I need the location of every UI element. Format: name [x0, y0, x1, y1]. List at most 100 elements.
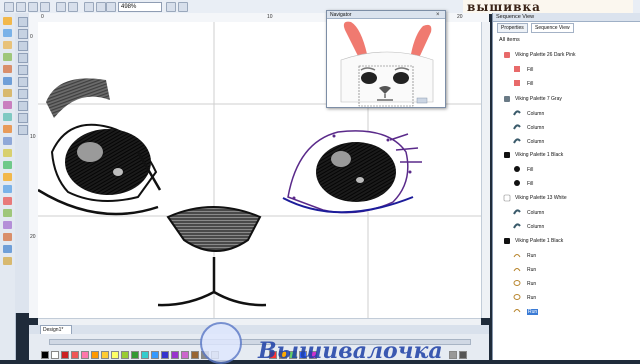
zoom-in-icon[interactable] — [96, 2, 106, 12]
sequence-item-label[interactable]: Fill — [527, 67, 533, 73]
sequence-group-label[interactable]: Viking Palette 26 Dark Pink — [515, 52, 576, 58]
cut-icon[interactable] — [84, 2, 94, 12]
tool-strip — [15, 13, 30, 313]
swatch[interactable] — [71, 351, 79, 359]
swatch[interactable] — [111, 351, 119, 359]
swatch[interactable] — [81, 351, 89, 359]
line-tool-icon[interactable] — [3, 77, 12, 85]
run-object-icon — [513, 307, 521, 315]
swatch[interactable] — [181, 351, 189, 359]
mirror-icon[interactable] — [18, 41, 28, 51]
tab-properties[interactable]: Properties — [497, 23, 528, 33]
shape-tool-icon[interactable] — [3, 29, 12, 37]
blackwork-tool-icon[interactable] — [3, 185, 12, 193]
document-tab-bar — [29, 325, 489, 334]
measure-tool-icon[interactable] — [3, 209, 12, 217]
swatch[interactable] — [61, 351, 69, 359]
pattern-tool-icon[interactable] — [3, 257, 12, 265]
fill-tool-icon[interactable] — [3, 101, 12, 109]
navigator-preview — [327, 20, 445, 107]
text-tool-icon[interactable] — [3, 149, 12, 157]
nodes-icon[interactable] — [18, 125, 28, 135]
move-icon[interactable] — [18, 17, 28, 27]
sequence-item-label[interactable]: Run — [527, 253, 536, 259]
swatch[interactable] — [51, 351, 59, 359]
sequence-item-label[interactable]: Column — [527, 224, 544, 230]
open-icon[interactable] — [16, 2, 26, 12]
sequence-item-label[interactable]: Column — [527, 125, 544, 131]
column-tool-icon[interactable] — [3, 125, 12, 133]
swatch[interactable] — [91, 351, 99, 359]
group-icon[interactable] — [18, 65, 28, 75]
fill-object-icon — [513, 79, 521, 87]
pen-tool-icon[interactable] — [3, 65, 12, 73]
new-icon[interactable] — [4, 2, 14, 12]
document-tab[interactable]: Design1* — [40, 325, 72, 334]
header-art-logo: вышивка — [463, 0, 633, 14]
save-icon[interactable] — [28, 2, 38, 12]
order-icon[interactable] — [18, 89, 28, 99]
print-icon[interactable] — [40, 2, 50, 12]
sequence-group-label[interactable]: Viking Palette 1 Black — [515, 152, 563, 158]
cross-tool-icon[interactable] — [3, 197, 12, 205]
sequence-group-label[interactable]: Viking Palette 1 Black — [515, 238, 563, 244]
swatch[interactable] — [161, 351, 169, 359]
swatch[interactable] — [171, 351, 179, 359]
fill-object-icon — [513, 165, 521, 173]
header-art-text: вышивка — [467, 0, 541, 14]
sequence-item-label[interactable]: Column — [527, 139, 544, 145]
run-object-icon — [513, 293, 521, 301]
sequence-view-title: Sequence View — [493, 13, 640, 22]
lock-icon[interactable] — [18, 101, 28, 111]
vertical-scrollbar[interactable] — [481, 22, 490, 318]
sequence-item-label-selected[interactable]: Run — [527, 309, 539, 315]
sequence-view-panel[interactable]: Sequence View Properties Sequence View A… — [492, 13, 640, 360]
thread-spool-icon — [503, 95, 511, 103]
motif-tool-icon[interactable] — [3, 161, 12, 169]
frame-tool-icon[interactable] — [3, 245, 12, 253]
sequence-root-label[interactable]: All items — [499, 37, 520, 43]
magic-tool-icon[interactable] — [3, 221, 12, 229]
redo-icon[interactable] — [68, 2, 78, 12]
sequence-item-label[interactable]: Fill — [527, 167, 533, 173]
undo-icon[interactable] — [56, 2, 66, 12]
sequence-item-label[interactable]: Fill — [527, 81, 533, 87]
zoom-tool-icon[interactable] — [3, 53, 12, 61]
close-icon[interactable]: × — [436, 12, 442, 18]
align-icon[interactable] — [18, 53, 28, 63]
select-tool-icon[interactable] — [3, 17, 12, 25]
hand-tool-icon[interactable] — [3, 41, 12, 49]
swatch[interactable] — [41, 351, 49, 359]
ungroup-icon[interactable] — [18, 77, 28, 87]
sequence-item-label[interactable]: Run — [527, 267, 536, 273]
sequence-item-label[interactable]: Run — [527, 295, 536, 301]
zoom-out-icon[interactable] — [106, 2, 116, 12]
star-tool-icon[interactable] — [3, 173, 12, 181]
swatch[interactable] — [449, 351, 457, 359]
swatch[interactable] — [151, 351, 159, 359]
column-object-icon — [513, 208, 521, 216]
view-icon[interactable] — [166, 2, 176, 12]
monogram-tool-icon[interactable] — [3, 233, 12, 241]
zoom-select[interactable]: 498% — [118, 2, 162, 12]
swatch[interactable] — [101, 351, 109, 359]
sequence-item-label[interactable]: Column — [527, 210, 544, 216]
sequence-group-label[interactable]: Viking Palette 7 Gray — [515, 96, 562, 102]
rotate-icon[interactable] — [18, 29, 28, 39]
swatch[interactable] — [191, 351, 199, 359]
swatch[interactable] — [459, 351, 467, 359]
sequence-group-label[interactable]: Viking Palette 13 White — [515, 195, 567, 201]
swatch[interactable] — [131, 351, 139, 359]
swatch[interactable] — [121, 351, 129, 359]
run-tool-icon[interactable] — [3, 113, 12, 121]
curve-tool-icon[interactable] — [3, 89, 12, 97]
navigator-panel[interactable]: Navigator × — [326, 10, 446, 108]
hide-icon[interactable] — [18, 113, 28, 123]
grid-icon[interactable] — [178, 2, 188, 12]
tab-sequence-view[interactable]: Sequence View — [531, 23, 574, 33]
sequence-item-label[interactable]: Column — [527, 111, 544, 117]
sequence-item-label[interactable]: Fill — [527, 181, 533, 187]
applique-tool-icon[interactable] — [3, 137, 12, 145]
sequence-item-label[interactable]: Run — [527, 281, 536, 287]
swatch[interactable] — [141, 351, 149, 359]
